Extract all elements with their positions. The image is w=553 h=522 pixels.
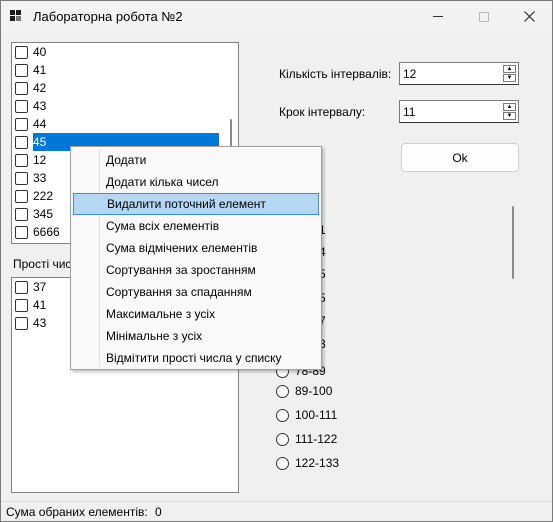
list-item[interactable]: 40 [13,43,46,61]
close-button[interactable] [506,1,552,32]
list-item[interactable]: 33 [13,169,46,187]
interval-step-stepper[interactable]: 11 ▲ ▼ [399,100,519,123]
context-menu: Додати Додати кілька чисел Видалити пото… [70,146,322,370]
checkbox[interactable] [15,225,28,239]
window-title: Лабораторна робота №2 [33,9,183,24]
checkbox[interactable] [15,189,28,203]
checkbox[interactable] [15,298,28,312]
checkbox[interactable] [15,316,28,330]
menu-item-sort-ascending[interactable]: Сортування за зростанням [73,259,319,281]
status-bar: Сума обраних елементів: 0 [1,501,552,521]
spin-down-button[interactable]: ▼ [503,74,516,82]
minimize-icon [433,16,443,17]
checkbox[interactable] [15,99,28,113]
close-icon [523,11,535,22]
radio-button[interactable] [276,456,289,470]
ok-button[interactable]: Ok [401,143,519,172]
spin-down-button[interactable]: ▼ [503,112,516,120]
maximize-icon [479,11,489,22]
checkbox[interactable] [15,135,28,149]
checkbox[interactable] [15,45,28,59]
radio-button[interactable] [276,432,289,446]
arrow-down-icon: ▼ [506,113,513,119]
menu-item-mark-primes[interactable]: Відмітити прості числа у списку [73,347,319,369]
interval-radio[interactable]: 100-111 [276,405,337,425]
menu-item-sort-descending[interactable]: Сортування за спаданням [73,281,319,303]
spin-up-button[interactable]: ▲ [503,65,516,73]
main-window: Лабораторна робота №2 40 41 42 43 44 45 … [0,0,553,522]
minimize-button[interactable] [415,1,461,32]
checkbox[interactable] [15,153,28,167]
checkbox[interactable] [15,207,28,221]
checkbox[interactable] [15,280,28,294]
app-icon [10,10,22,22]
list-item[interactable]: 6666 [13,223,60,241]
interval-step-value: 11 [403,105,416,119]
list-item[interactable]: 43 [13,97,46,115]
maximize-button[interactable] [461,1,507,32]
intervals-count-value: 12 [403,67,417,81]
list-item[interactable]: 41 [13,296,46,314]
list-item[interactable]: 345 [13,205,53,223]
list-item[interactable]: 42 [13,79,46,97]
list-item[interactable]: 43 [13,314,46,332]
arrow-up-icon: ▲ [506,104,513,110]
arrow-down-icon: ▼ [506,75,513,81]
menu-item-add[interactable]: Додати [73,149,319,171]
checkbox[interactable] [15,117,28,131]
menu-item-add-multiple[interactable]: Додати кілька чисел [73,171,319,193]
menu-item-min[interactable]: Мінімальне з усіх [73,325,319,347]
list-item[interactable]: 222 [13,187,53,205]
primes-label: Прості чис [13,257,72,271]
menu-item-max[interactable]: Максимальне з усіх [73,303,319,325]
spin-up-button[interactable]: ▲ [503,103,516,111]
intervals-count-label: Кількість інтервалів: [279,67,392,81]
checkbox[interactable] [15,81,28,95]
radio-button[interactable] [276,408,289,422]
list-item[interactable]: 37 [13,278,46,296]
intervals-scrollbar[interactable] [512,206,514,279]
arrow-up-icon: ▲ [506,66,513,72]
menu-item-sum-all[interactable]: Сума всіх елементів [73,215,319,237]
radio-button[interactable] [276,384,289,398]
status-sum-value: 0 [155,505,162,519]
interval-radio[interactable]: 89-100 [276,381,332,401]
list-item[interactable]: 44 [13,115,46,133]
list-item[interactable]: 41 [13,61,46,79]
interval-radio[interactable]: 122-133 [276,453,339,473]
status-sum-label: Сума обраних елементів: [6,505,148,519]
intervals-count-stepper[interactable]: 12 ▲ ▼ [399,62,519,85]
checkbox[interactable] [15,171,28,185]
interval-step-label: Крок інтервалу: [279,105,366,119]
menu-item-delete-current[interactable]: Видалити поточний елемент [73,193,319,215]
interval-radio[interactable]: 111-122 [276,429,337,449]
checkbox[interactable] [15,63,28,77]
menu-item-sum-checked[interactable]: Сума відмічених елементів [73,237,319,259]
list-item[interactable]: 12 [13,151,46,169]
title-bar: Лабораторна робота №2 [1,1,552,32]
